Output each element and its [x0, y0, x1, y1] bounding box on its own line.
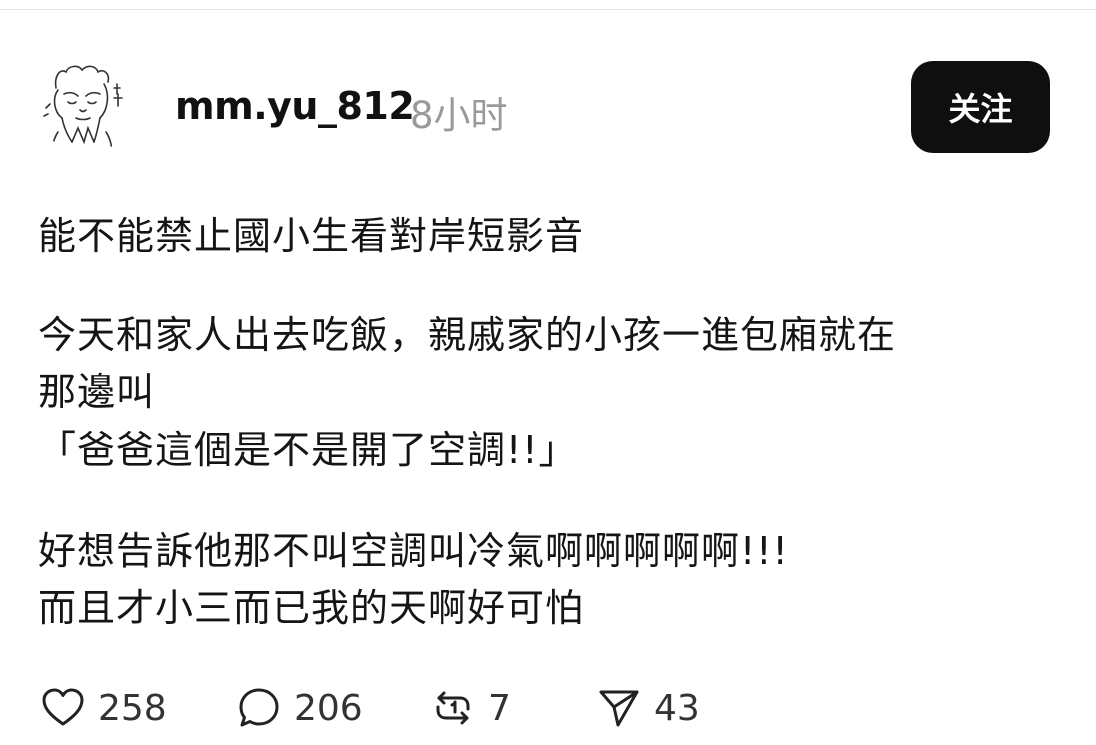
post-line: 那邊叫	[38, 370, 156, 414]
action-bar: 258 206 7 43	[38, 680, 1058, 736]
username[interactable]: mm.yu_812	[175, 84, 415, 128]
reply-button[interactable]: 206	[234, 680, 363, 736]
post-card: mm.yu_812 8小时 关注 能不能禁止國小生看對岸短影音 今天和家人出去吃…	[0, 0, 1096, 745]
post-line: 而且才小三而已我的天啊好可怕	[38, 586, 585, 630]
like-count: 258	[98, 687, 167, 729]
follow-button[interactable]: 关注	[911, 61, 1050, 153]
repost-count: 7	[488, 687, 511, 729]
share-count: 43	[654, 687, 700, 729]
avatar[interactable]	[38, 58, 134, 154]
heart-icon	[38, 683, 88, 733]
reply-count: 206	[294, 687, 363, 729]
post-title: 能不能禁止國小生看對岸短影音	[38, 214, 585, 258]
send-icon	[594, 683, 644, 733]
share-button[interactable]: 43	[594, 680, 700, 736]
like-button[interactable]: 258	[38, 680, 167, 736]
post-header: mm.yu_812 8小时 关注	[38, 58, 1058, 158]
comment-icon	[234, 683, 284, 733]
repost-icon	[428, 683, 478, 733]
repost-button[interactable]: 7	[428, 680, 511, 736]
hand-drawn-avatar-icon	[43, 65, 123, 153]
post-line: 好想告訴他那不叫空調叫冷氣啊啊啊啊啊!!!	[38, 529, 789, 573]
post-line: 「爸爸這個是不是開了空調!!」	[38, 428, 578, 472]
post-line: 今天和家人出去吃飯，親戚家的小孩一進包廂就在	[38, 313, 897, 357]
post-timestamp: 8小时	[410, 94, 508, 137]
